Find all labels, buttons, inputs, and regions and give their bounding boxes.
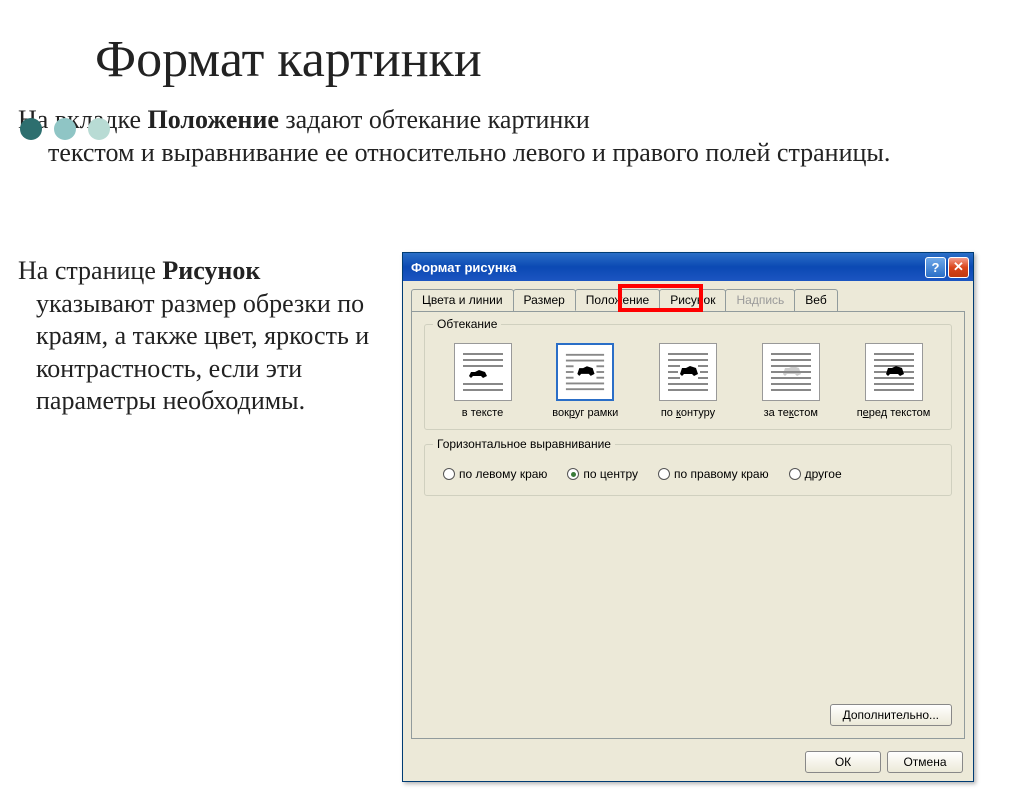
wrap-icon-tight: [659, 343, 717, 401]
text: текстом и выравнивание ее относительно л…: [48, 137, 1006, 170]
radio-icon: [443, 468, 455, 480]
dot: [20, 118, 42, 140]
paragraph-2: На странице Рисунок указывают размер обр…: [36, 255, 416, 418]
tab-web[interactable]: Веб: [794, 289, 837, 311]
decorative-dots: [20, 118, 110, 140]
align-group-title: Горизонтальное выравнивание: [433, 437, 615, 451]
advanced-button[interactable]: Дополнительно...: [830, 704, 952, 726]
radio-icon: [789, 468, 801, 480]
radio-align-left[interactable]: по левому краю: [443, 467, 547, 481]
wrap-label: вокруг рамки: [538, 407, 633, 419]
close-button[interactable]: ✕: [948, 257, 969, 278]
cancel-button[interactable]: Отмена: [887, 751, 963, 773]
radio-icon: [567, 468, 579, 480]
text: задают обтекание картинки: [279, 105, 590, 134]
paragraph-1: На вкладке Положение задают обтекание ка…: [18, 104, 1006, 169]
bold-text: Рисунок: [162, 256, 260, 285]
help-button[interactable]: ?: [925, 257, 946, 278]
radio-align-right[interactable]: по правому краю: [658, 467, 769, 481]
wrap-icon-behind: [762, 343, 820, 401]
titlebar[interactable]: Формат рисунка ? ✕: [403, 253, 973, 281]
text: указывают размер обрезки по краям, а так…: [36, 288, 416, 418]
wrap-option-tight[interactable]: по контуру: [641, 343, 736, 419]
text: На странице: [18, 256, 162, 285]
dot: [54, 118, 76, 140]
wrap-label: в тексте: [435, 407, 530, 419]
wrap-option-square[interactable]: вокруг рамки: [538, 343, 633, 419]
ok-button[interactable]: ОК: [805, 751, 881, 773]
wrap-label: за текстом: [743, 407, 838, 419]
wrap-option-inline[interactable]: в тексте: [435, 343, 530, 419]
align-groupbox: Горизонтальное выравнивание по левому кр…: [424, 444, 952, 496]
tab-size[interactable]: Размер: [513, 289, 576, 311]
radio-icon: [658, 468, 670, 480]
radio-align-center[interactable]: по центру: [567, 467, 638, 481]
tab-caption: Надпись: [725, 289, 795, 311]
tab-panel-position: Обтекание в тексте: [411, 311, 965, 739]
tab-strip: Цвета и линии Размер Положение Рисунок Н…: [403, 281, 973, 311]
dialog-title: Формат рисунка: [411, 260, 923, 275]
bold-text: Положение: [148, 105, 279, 134]
dialog-button-row: ОК Отмена: [805, 751, 963, 773]
slide-title: Формат картинки: [95, 30, 1024, 89]
wrap-option-behind[interactable]: за текстом: [743, 343, 838, 419]
tab-picture[interactable]: Рисунок: [659, 289, 726, 311]
wrap-label: по контуру: [641, 407, 736, 419]
dot: [88, 118, 110, 140]
wrap-icon-front: [865, 343, 923, 401]
radio-label: по правому краю: [674, 467, 769, 481]
wrap-group-title: Обтекание: [433, 317, 501, 331]
wrap-option-front[interactable]: перед текстом: [846, 343, 941, 419]
format-picture-dialog: Формат рисунка ? ✕ Цвета и линии Размер …: [402, 252, 974, 782]
radio-label: по центру: [583, 467, 638, 481]
wrap-groupbox: Обтекание в тексте: [424, 324, 952, 430]
wrap-icon-square: [556, 343, 614, 401]
radio-align-other[interactable]: другое: [789, 467, 842, 481]
radio-label: другое: [805, 467, 842, 481]
radio-label: по левому краю: [459, 467, 547, 481]
wrap-icon-inline: [454, 343, 512, 401]
tab-position[interactable]: Положение: [575, 289, 660, 311]
wrap-label: перед текстом: [846, 407, 941, 419]
tab-colors-lines[interactable]: Цвета и линии: [411, 289, 514, 311]
